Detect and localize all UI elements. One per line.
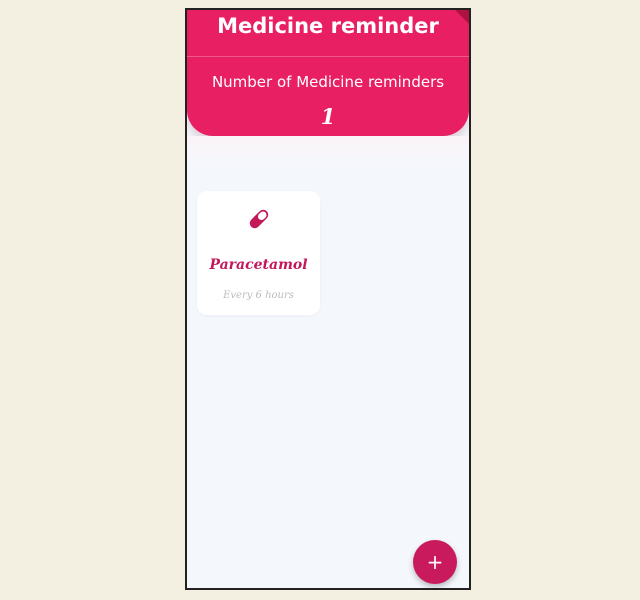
- add-reminder-button[interactable]: +: [413, 540, 457, 584]
- debug-banner-corner: [455, 10, 469, 24]
- app-title: Medicine reminder: [217, 14, 439, 38]
- list-top-fade: [187, 136, 469, 170]
- reminder-count-value: 1: [320, 104, 336, 129]
- reminder-count-label: Number of Medicine reminders: [211, 73, 445, 91]
- medicine-name: Paracetamol: [209, 257, 308, 273]
- app-screen: Medicine reminder Number of Medicine rem…: [185, 8, 471, 590]
- plus-icon: +: [426, 550, 444, 574]
- header-divider: [187, 56, 469, 57]
- pill-icon: [249, 209, 269, 229]
- medicine-interval: Every 6 hours: [223, 290, 294, 301]
- medicine-card[interactable]: Paracetamol Every 6 hours: [197, 191, 320, 315]
- app-header: Medicine reminder Number of Medicine rem…: [187, 10, 469, 136]
